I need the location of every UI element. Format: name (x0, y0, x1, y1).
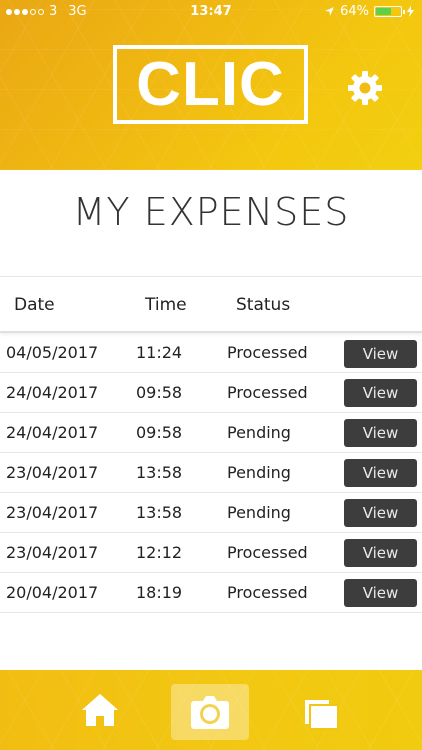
table-body: 04/05/2017 11:24 Processed View 24/04/2017 09… (0, 333, 422, 613)
table-row: 23/04/2017 12:12 Processed View (0, 533, 422, 573)
battery-percent: 64% (340, 4, 369, 19)
status-cell: Pending (227, 503, 291, 522)
table-row: 24/04/2017 09:58 Processed View (0, 373, 422, 413)
date-cell: 20/04/2017 (6, 583, 99, 602)
gear-icon[interactable] (345, 68, 385, 108)
view-button[interactable]: View (344, 379, 417, 407)
battery-icon (374, 6, 405, 17)
time-cell: 13:58 (136, 503, 183, 522)
documents-icon[interactable] (303, 694, 341, 730)
view-button[interactable]: View (344, 499, 417, 527)
status-cell: Pending (227, 423, 291, 442)
status-cell: Pending (227, 463, 291, 482)
table-row: 24/04/2017 09:58 Pending View (0, 413, 422, 453)
table-row: 04/05/2017 11:24 Processed View (0, 333, 422, 373)
column-header-status: Status (236, 295, 291, 315)
status-cell: Processed (227, 583, 308, 602)
date-cell: 23/04/2017 (6, 543, 99, 562)
home-icon[interactable] (80, 692, 120, 728)
time-cell: 13:58 (136, 463, 183, 482)
status-cell: Processed (227, 383, 308, 402)
app-header: 3 3G 13:47 64% CLIC (0, 0, 422, 170)
status-cell: Processed (227, 543, 308, 562)
view-button[interactable]: View (344, 340, 417, 368)
clic-logo: CLIC (113, 45, 308, 124)
view-button[interactable]: View (344, 539, 417, 567)
view-button[interactable]: View (344, 419, 417, 447)
camera-nav-button[interactable] (171, 684, 249, 740)
charging-bolt-icon (407, 6, 414, 17)
date-cell: 24/04/2017 (6, 383, 99, 402)
date-cell: 23/04/2017 (6, 503, 99, 522)
status-bar: 3 3G 13:47 64% (0, 0, 422, 24)
time-cell: 11:24 (136, 343, 183, 362)
table-row: 23/04/2017 13:58 Pending View (0, 493, 422, 533)
camera-icon (191, 696, 229, 729)
bottom-nav (0, 670, 422, 750)
date-cell: 24/04/2017 (6, 423, 99, 442)
date-cell: 23/04/2017 (6, 463, 99, 482)
page-title: MY EXPENSES (72, 190, 350, 234)
status-right: 64% (324, 4, 414, 19)
table-header: Date Time Status (0, 277, 422, 333)
status-cell: Processed (227, 343, 308, 362)
expenses-table: Date Time Status 04/05/2017 11:24 Processe… (0, 276, 422, 613)
table-row: 20/04/2017 18:19 Processed View (0, 573, 422, 613)
column-header-time: Time (145, 295, 187, 315)
time-cell: 09:58 (136, 423, 183, 442)
time-cell: 09:58 (136, 383, 183, 402)
column-header-date: Date (14, 295, 55, 315)
table-row: 23/04/2017 13:58 Pending View (0, 453, 422, 493)
time-cell: 18:19 (136, 583, 183, 602)
view-button[interactable]: View (344, 459, 417, 487)
time-cell: 12:12 (136, 543, 183, 562)
view-button[interactable]: View (344, 579, 417, 607)
location-arrow-icon (325, 7, 334, 16)
date-cell: 04/05/2017 (6, 343, 99, 362)
